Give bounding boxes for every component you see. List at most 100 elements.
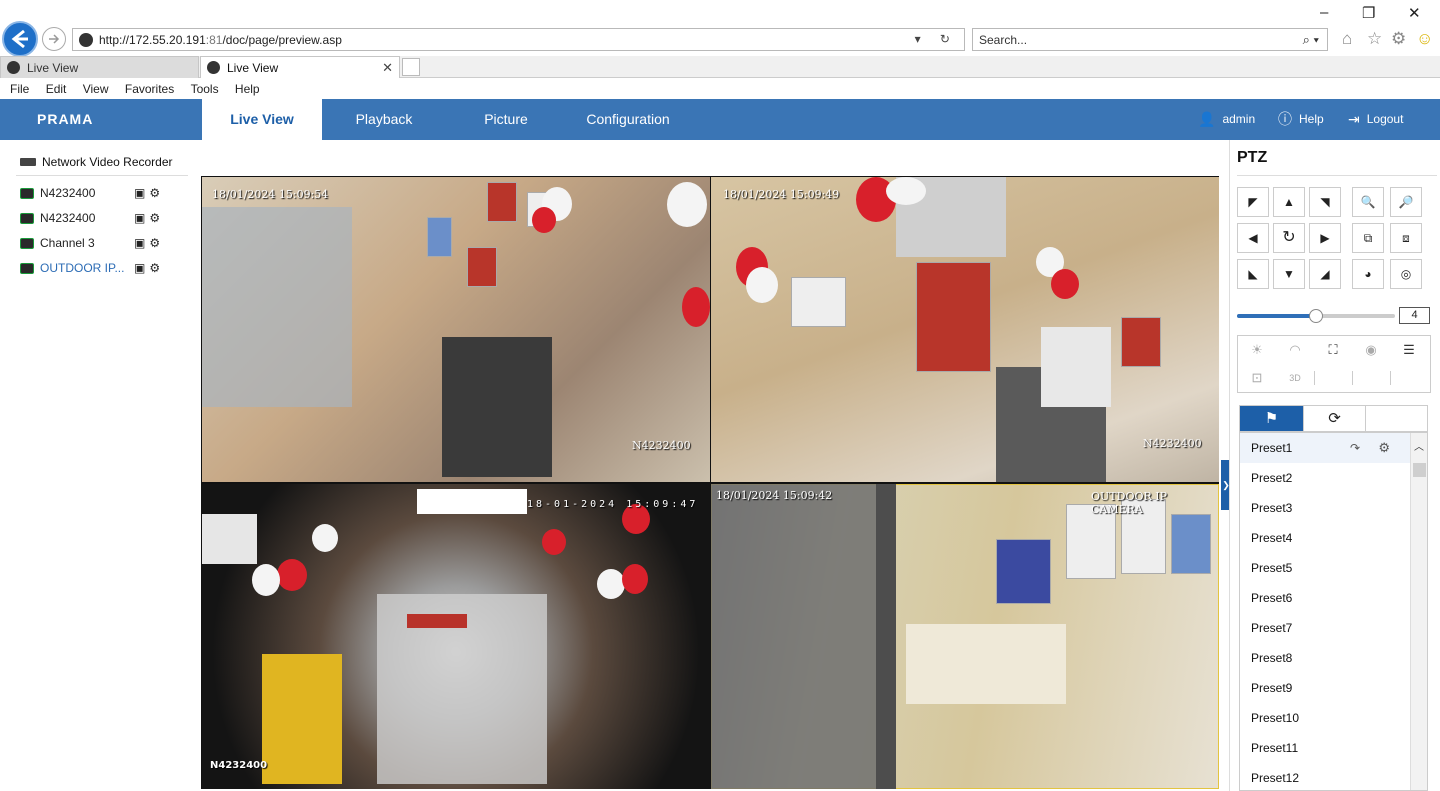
- smiley-icon[interactable]: ☺: [1416, 29, 1433, 49]
- new-tab-button[interactable]: [402, 58, 420, 76]
- call-preset-icon[interactable]: ↷: [1350, 433, 1360, 463]
- camera-icon: [20, 187, 34, 199]
- ceiling-light: [417, 489, 527, 514]
- video-window-2[interactable]: 18/01/2024 15:09:49 N4232400: [711, 177, 1219, 482]
- channel-item[interactable]: N4232400 ▣ ⚙: [20, 183, 180, 203]
- ptz-settings-icon[interactable]: ⚙: [149, 236, 160, 250]
- menu-file[interactable]: File: [10, 79, 29, 99]
- ptz-down-right-button[interactable]: ◢: [1309, 259, 1341, 289]
- ptz-settings-icon[interactable]: ⚙: [149, 261, 160, 275]
- home-icon[interactable]: ⌂: [1342, 29, 1352, 49]
- slider-handle[interactable]: [1309, 309, 1323, 323]
- scrollbar-thumb[interactable]: [1413, 463, 1426, 477]
- tab-presets[interactable]: ⚑: [1240, 406, 1303, 431]
- tab-configuration[interactable]: Configuration: [568, 99, 688, 140]
- close-tab-icon[interactable]: ✕: [382, 60, 393, 76]
- speed-value: 4: [1399, 307, 1430, 324]
- scrollbar[interactable]: ︿: [1410, 433, 1427, 790]
- chevron-up-icon[interactable]: ︿: [1414, 438, 1424, 453]
- speed-slider[interactable]: [1237, 309, 1395, 323]
- refresh-icon[interactable]: ▾ ↻: [915, 32, 958, 46]
- video-window-1[interactable]: 18/01/2024 15:09:54 N4232400: [202, 177, 710, 482]
- balloon: [312, 524, 338, 552]
- focus-assist-icon[interactable]: ⛶: [1314, 336, 1352, 364]
- minimize-icon[interactable]: –: [1320, 4, 1328, 21]
- menu-edit[interactable]: Edit: [46, 79, 67, 99]
- help-link[interactable]: ⓘ Help: [1278, 99, 1324, 140]
- forward-button[interactable]: [42, 27, 66, 51]
- tab-picture[interactable]: Picture: [446, 99, 566, 140]
- preset-item[interactable]: Preset10: [1240, 703, 1411, 733]
- preset-item[interactable]: Preset5: [1240, 553, 1411, 583]
- lens-init-icon[interactable]: ◉: [1352, 336, 1390, 364]
- ptz-title: PTZ: [1237, 149, 1268, 166]
- balloon: [1051, 269, 1079, 299]
- light-icon[interactable]: ☀: [1238, 336, 1276, 364]
- menu-tools[interactable]: Tools: [191, 79, 219, 99]
- preset-item[interactable]: Preset7: [1240, 613, 1411, 643]
- preset-item[interactable]: Preset2: [1240, 463, 1411, 493]
- menu-view[interactable]: View: [83, 79, 109, 99]
- video-window-4[interactable]: 18/01/2024 15:09:42 OUTDOOR IP CAMERA: [711, 484, 1219, 789]
- tab-playback[interactable]: Playback: [324, 99, 444, 140]
- preset-item[interactable]: Preset12: [1240, 763, 1411, 790]
- iris-close-icon[interactable]: ◎: [1390, 259, 1422, 289]
- focus-near-icon[interactable]: ⧉: [1352, 223, 1384, 253]
- set-preset-icon[interactable]: ⚙: [1378, 433, 1390, 463]
- search-icon[interactable]: ⌕ ▾: [1303, 32, 1319, 48]
- menu-icon[interactable]: ☰: [1390, 336, 1428, 364]
- search-input[interactable]: Search... ⌕ ▾: [972, 28, 1328, 51]
- record-icon[interactable]: ▣: [134, 236, 145, 250]
- 3d-zoom-icon[interactable]: 3D: [1276, 364, 1314, 392]
- gear-icon[interactable]: ⚙: [1391, 29, 1406, 49]
- ptz-settings-icon[interactable]: ⚙: [149, 211, 160, 225]
- ptz-up-right-button[interactable]: ◥: [1309, 187, 1341, 217]
- preset-item[interactable]: Preset6: [1240, 583, 1411, 613]
- tab-pattern[interactable]: [1366, 406, 1429, 431]
- menu-favorites[interactable]: Favorites: [125, 79, 174, 99]
- back-button[interactable]: [2, 21, 38, 57]
- manual-tracking-icon[interactable]: ⊡: [1238, 364, 1276, 392]
- preset-item[interactable]: Preset4: [1240, 523, 1411, 553]
- video-window-3[interactable]: 18-01-2024 15:09:47 N4232400: [202, 484, 710, 789]
- iris-open-icon[interactable]: ◕: [1352, 259, 1384, 289]
- ptz-left-button[interactable]: ◀: [1237, 223, 1269, 253]
- ptz-auto-scan-button[interactable]: ↻: [1273, 223, 1305, 253]
- channel-item[interactable]: Channel 3 ▣ ⚙: [20, 233, 180, 253]
- preset-item[interactable]: Preset1 ↷ ⚙: [1240, 433, 1411, 463]
- ptz-right-button[interactable]: ▶: [1309, 223, 1341, 253]
- preset-item[interactable]: Preset3: [1240, 493, 1411, 523]
- ptz-down-button[interactable]: ▼: [1273, 259, 1305, 289]
- tab-live-view[interactable]: Live View: [202, 99, 322, 140]
- browser-tab[interactable]: Live View: [0, 56, 199, 78]
- zoom-in-icon[interactable]: 🔎: [1390, 187, 1422, 217]
- logout-link[interactable]: ⇥ Logout: [1348, 99, 1403, 140]
- menu-help[interactable]: Help: [235, 79, 260, 99]
- record-icon[interactable]: ▣: [134, 186, 145, 200]
- ptz-up-left-button[interactable]: ◤: [1237, 187, 1269, 217]
- preset-item[interactable]: Preset9: [1240, 673, 1411, 703]
- user-menu[interactable]: 👤 admin: [1198, 99, 1255, 140]
- channel-item[interactable]: N4232400 ▣ ⚙: [20, 208, 180, 228]
- wiper-icon[interactable]: ◠: [1276, 336, 1314, 364]
- focus-far-icon[interactable]: ⧈: [1390, 223, 1422, 253]
- close-icon[interactable]: ✕: [1408, 4, 1421, 22]
- nvr-node[interactable]: Network Video Recorder: [20, 155, 173, 169]
- preset-item[interactable]: Preset11: [1240, 733, 1411, 763]
- browser-tab-active[interactable]: Live View ✕: [200, 56, 400, 78]
- zoom-out-icon[interactable]: 🔍: [1352, 187, 1384, 217]
- divider: [1237, 175, 1437, 176]
- tab-patrol[interactable]: ⟳: [1303, 406, 1366, 431]
- restore-icon[interactable]: ❐: [1362, 4, 1375, 22]
- star-icon[interactable]: ☆: [1367, 29, 1382, 49]
- ptz-down-left-button[interactable]: ◣: [1237, 259, 1269, 289]
- ptz-settings-icon[interactable]: ⚙: [149, 186, 160, 200]
- record-icon[interactable]: ▣: [134, 211, 145, 225]
- address-bar[interactable]: http://172.55.20.191:81/doc/page/preview…: [72, 28, 965, 51]
- channel-item-selected[interactable]: OUTDOOR IP... ▣ ⚙: [20, 258, 180, 278]
- record-icon[interactable]: ▣: [134, 261, 145, 275]
- ptz-up-button[interactable]: ▲: [1273, 187, 1305, 217]
- logout-icon: ⇥: [1348, 111, 1360, 127]
- video-timestamp: 18/01/2024 15:09:54: [212, 188, 329, 201]
- preset-item[interactable]: Preset8: [1240, 643, 1411, 673]
